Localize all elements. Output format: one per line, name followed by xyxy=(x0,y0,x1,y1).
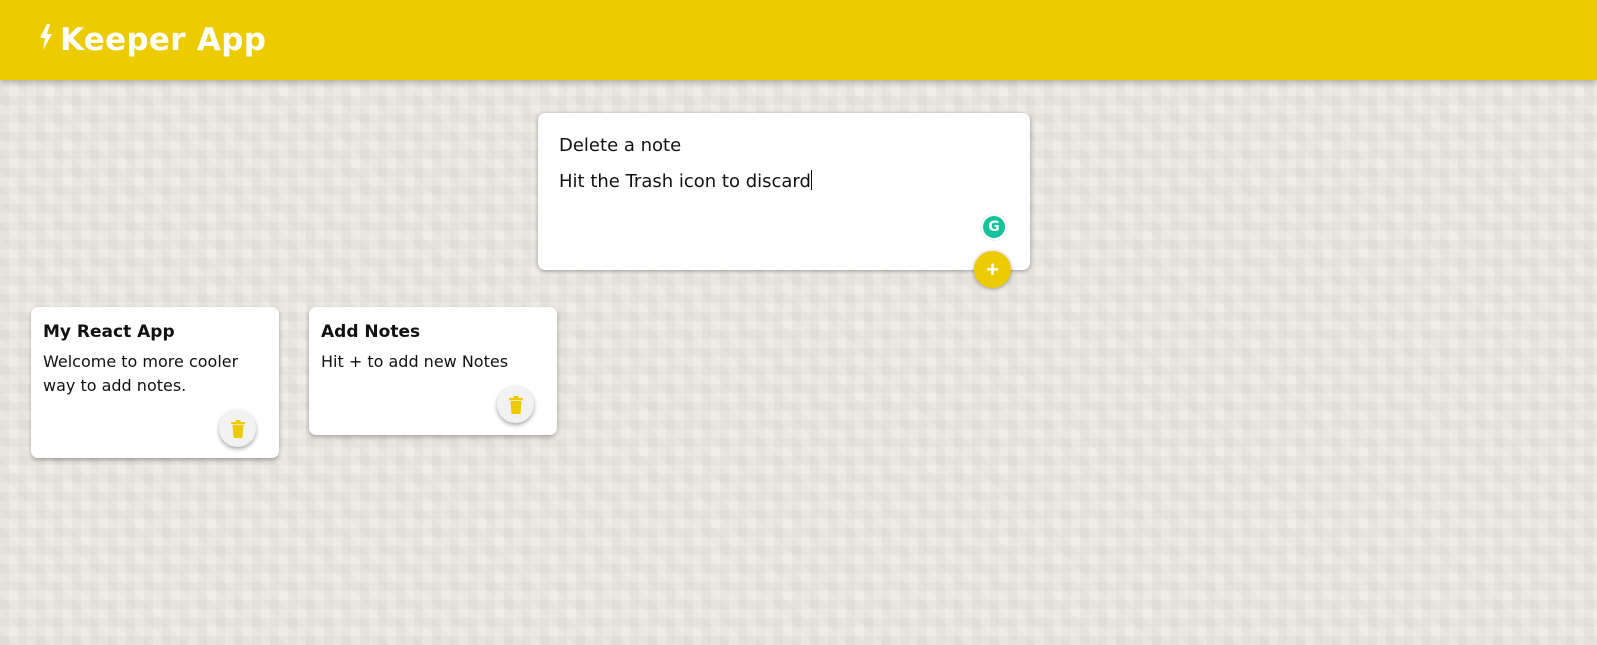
note-title: My React App xyxy=(43,322,175,342)
delete-note-button[interactable] xyxy=(497,386,534,423)
create-note-form: Delete a note Hit the Trash icon to disc… xyxy=(538,113,1030,270)
note-title-input[interactable]: Delete a note xyxy=(559,135,681,156)
delete-note-button[interactable] xyxy=(219,410,256,447)
bolt-icon xyxy=(40,24,52,50)
grammarly-icon[interactable]: G xyxy=(983,216,1005,238)
note-title: Add Notes xyxy=(321,322,421,342)
note-title-input-value: Delete a note xyxy=(559,135,682,156)
app-header: Keeper App xyxy=(0,0,1597,80)
app-title: Keeper App xyxy=(60,22,267,58)
note-card: My React App Welcome to more cooler way … xyxy=(31,307,279,458)
note-card: Add Notes Hit + to add new Notes xyxy=(309,307,557,435)
add-note-button[interactable]: + xyxy=(974,251,1011,288)
note-content: Hit + to add new Notes xyxy=(321,352,509,371)
note-content-textarea[interactable]: Hit the Trash icon to discard xyxy=(559,170,812,192)
trash-icon xyxy=(230,419,245,438)
app-title-container: Keeper App xyxy=(38,22,266,58)
text-caret xyxy=(810,170,812,190)
note-content: Welcome to more cooler way to add notes. xyxy=(43,352,239,395)
grammarly-letter: G xyxy=(988,219,1000,235)
plus-icon: + xyxy=(986,256,999,282)
note-content-textarea-value: Hit the Trash icon to discard xyxy=(559,171,811,192)
trash-icon xyxy=(508,395,523,414)
